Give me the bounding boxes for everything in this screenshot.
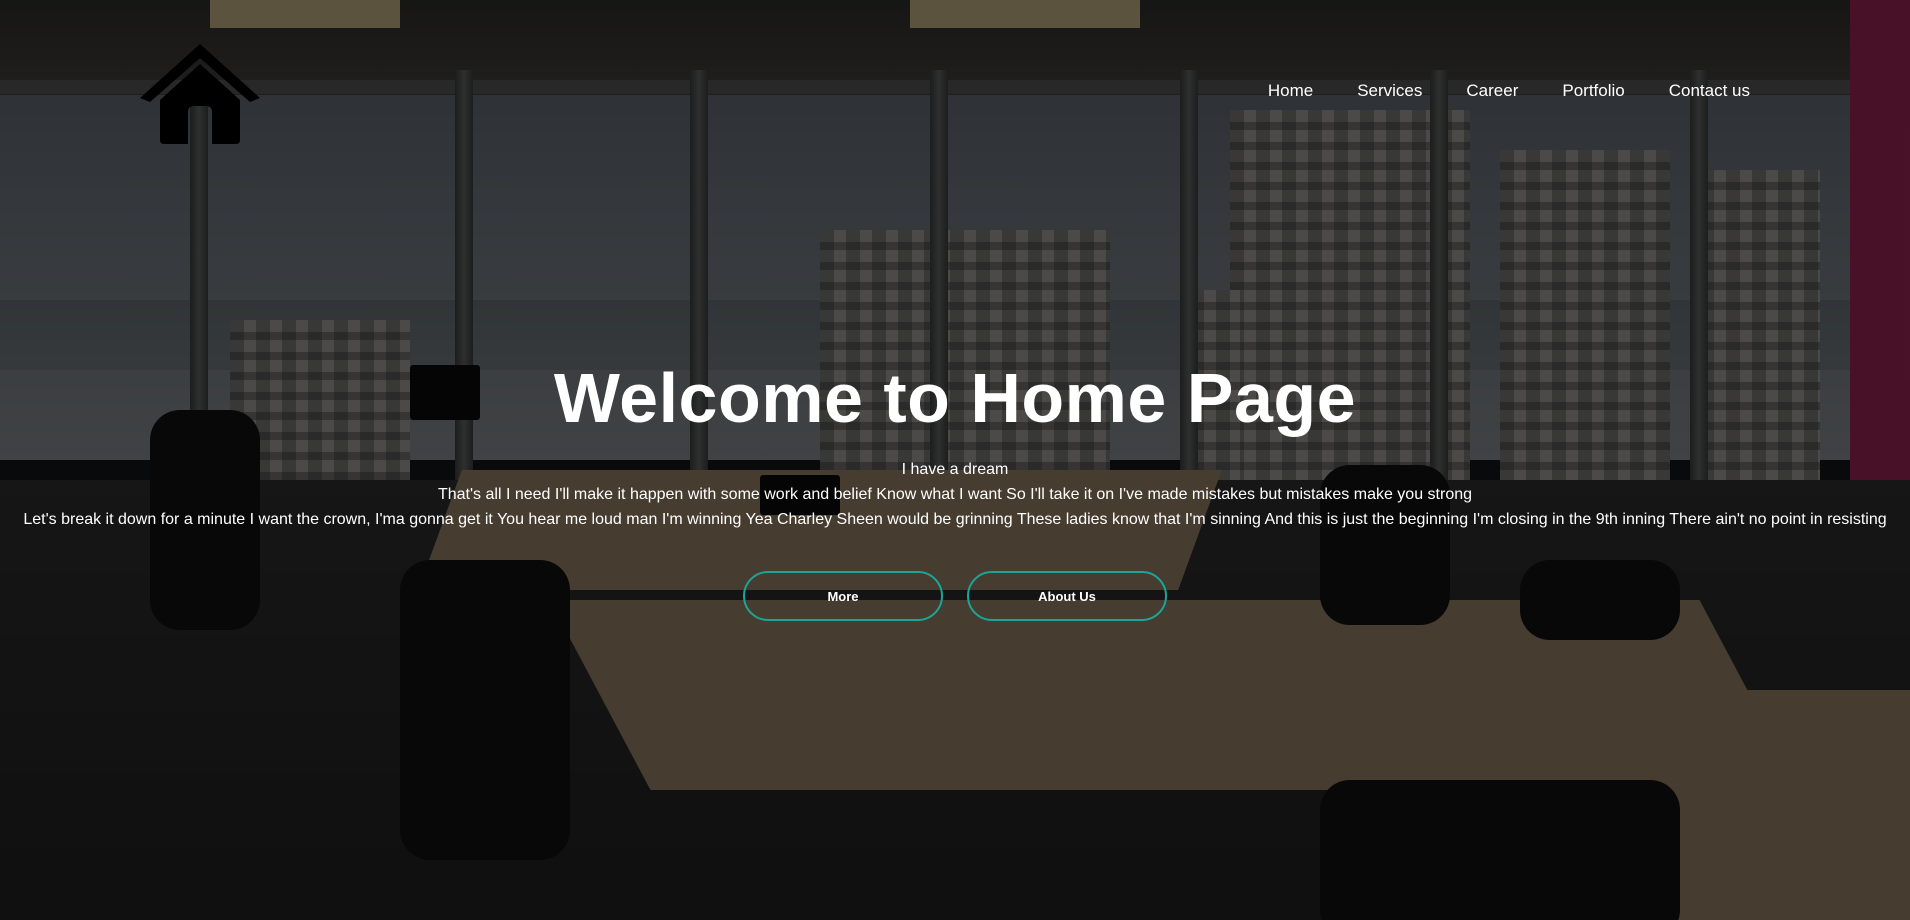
hero-buttons: More About Us xyxy=(0,571,1910,621)
home-icon[interactable] xyxy=(140,40,260,146)
hero-title: Welcome to Home Page xyxy=(553,359,1357,437)
about-us-button[interactable]: About Us xyxy=(967,571,1167,621)
nav-services[interactable]: Services xyxy=(1357,81,1422,101)
main-nav: Home Services Career Portfolio Contact u… xyxy=(1268,81,1750,101)
hero-line-1: I have a dream xyxy=(901,461,1009,478)
nav-portfolio[interactable]: Portfolio xyxy=(1562,81,1624,101)
nav-home[interactable]: Home xyxy=(1268,81,1313,101)
nav-contact-us[interactable]: Contact us xyxy=(1669,81,1750,101)
hero-line-3: Let's break it down for a minute I want … xyxy=(23,511,1887,528)
more-button[interactable]: More xyxy=(743,571,943,621)
nav-career[interactable]: Career xyxy=(1466,81,1518,101)
hero-section: Welcome to Home Page I have a dream That… xyxy=(0,355,1910,532)
hero-line-2: That's all I need I'll make it happen wi… xyxy=(437,486,1473,503)
